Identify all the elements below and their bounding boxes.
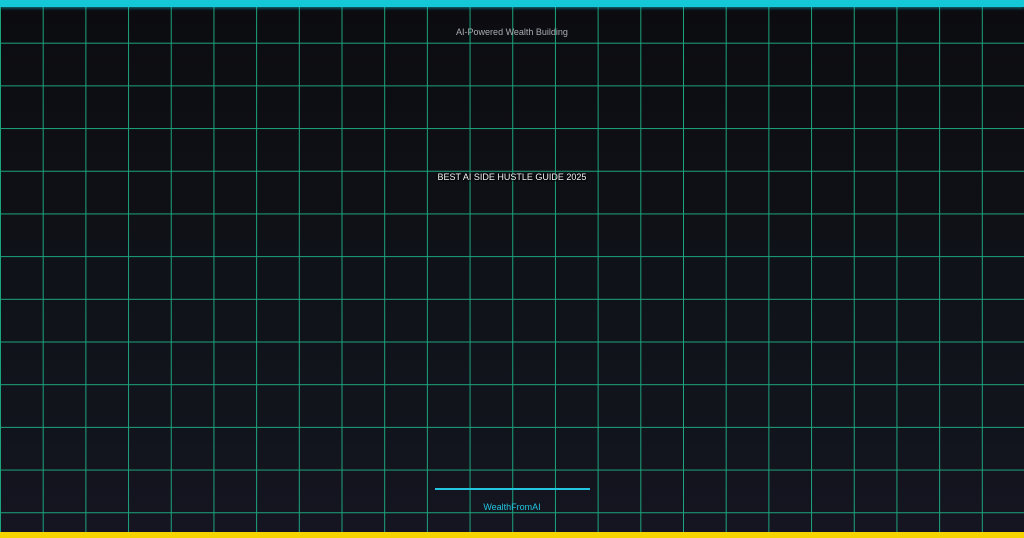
tagline: AI-Powered Wealth Building (456, 27, 568, 37)
brand-name: WealthFromAI (483, 502, 541, 512)
bottom-accent-bar (0, 532, 1024, 538)
banner-title: BEST AI SIDE HUSTLE GUIDE 2025 (437, 172, 587, 182)
divider-line (435, 488, 590, 490)
top-accent-bar (0, 0, 1024, 7)
grid-background (0, 0, 1024, 538)
banner: AI-Powered Wealth Building BEST AI SIDE … (0, 0, 1024, 538)
